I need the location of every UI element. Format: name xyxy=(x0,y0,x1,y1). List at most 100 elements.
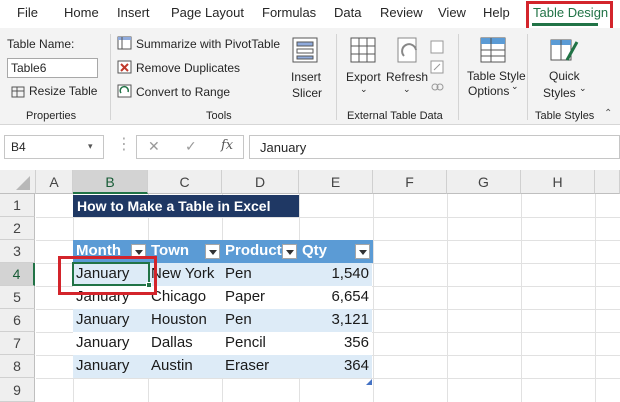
tab-data[interactable]: Data xyxy=(334,5,361,20)
cell-qty[interactable]: 6,654 xyxy=(299,286,369,305)
table-style-options-chevron-icon[interactable]: ⌄ xyxy=(511,81,519,92)
gridline xyxy=(595,194,596,402)
group-divider xyxy=(458,34,459,120)
cell-month[interactable]: January xyxy=(76,309,129,328)
cell-product[interactable]: Eraser xyxy=(225,355,269,374)
column-header-g[interactable]: G xyxy=(447,170,521,194)
row-header-5[interactable]: 5 xyxy=(0,286,35,309)
filter-dropdown-month-icon[interactable] xyxy=(131,244,146,259)
cell-month[interactable]: January xyxy=(76,355,129,374)
unlink-icon[interactable] xyxy=(430,80,444,99)
row-header-8[interactable]: 8 xyxy=(0,355,35,378)
refresh-chevron-icon[interactable]: ⌄ xyxy=(403,84,411,95)
filter-dropdown-qty-icon[interactable] xyxy=(355,244,370,259)
select-all-corner[interactable] xyxy=(0,170,36,194)
quick-styles-label-1[interactable]: Quick xyxy=(549,69,580,83)
table-resize-handle-icon[interactable] xyxy=(366,372,372,390)
row-header-9[interactable]: 9 xyxy=(0,378,35,402)
row-header-2[interactable]: 2 xyxy=(0,217,35,240)
row-header-6[interactable]: 6 xyxy=(0,309,35,332)
insert-function-icon[interactable]: fx xyxy=(221,138,233,153)
cell-product[interactable]: Paper xyxy=(225,286,265,305)
tab-view[interactable]: View xyxy=(438,5,466,20)
cell-product[interactable]: Pen xyxy=(225,263,252,282)
column-header-e[interactable]: E xyxy=(299,170,373,194)
table-name-label: Table Name: xyxy=(7,37,75,51)
row-header-7[interactable]: 7 xyxy=(0,332,35,355)
tab-table-design[interactable]: Table Design xyxy=(533,5,608,20)
export-chevron-icon[interactable]: ⌄ xyxy=(360,84,368,95)
tab-formulas[interactable]: Formulas xyxy=(262,5,316,20)
gridline xyxy=(373,194,374,402)
cell-qty[interactable]: 3,121 xyxy=(299,309,369,328)
refresh-button[interactable]: Refresh xyxy=(386,70,428,84)
column-header-next[interactable] xyxy=(595,170,620,194)
ribbon-tabs: File Home Insert Page Layout Formulas Da… xyxy=(0,0,620,28)
table-style-options-label-2[interactable]: Options xyxy=(468,84,509,98)
fill-handle[interactable] xyxy=(146,282,152,288)
export-icon xyxy=(349,36,379,71)
gridline xyxy=(447,194,448,402)
column-header-b[interactable]: B xyxy=(73,170,148,194)
cell-month[interactable]: January xyxy=(76,332,129,351)
table-name-input[interactable]: Table6 xyxy=(7,58,98,78)
cell-town[interactable]: Austin xyxy=(151,355,193,374)
filter-dropdown-product-icon[interactable] xyxy=(282,244,297,259)
cell-qty[interactable]: 356 xyxy=(299,332,369,351)
sheet-title-cell[interactable]: How to Make a Table in Excel xyxy=(73,195,299,217)
cell-product[interactable]: Pencil xyxy=(225,332,266,351)
active-tab-indicator xyxy=(532,23,598,26)
open-in-browser-icon[interactable] xyxy=(430,60,444,79)
row-header-3[interactable]: 3 xyxy=(0,240,35,263)
cell-month[interactable]: January xyxy=(76,286,129,305)
row-header-4[interactable]: 4 xyxy=(0,263,35,286)
column-header-c[interactable]: C xyxy=(148,170,222,194)
column-header-d[interactable]: D xyxy=(222,170,299,194)
cell-town[interactable]: Houston xyxy=(151,309,207,328)
tab-page-layout[interactable]: Page Layout xyxy=(171,5,244,20)
insert-slicer-label-2[interactable]: Slicer xyxy=(292,86,322,100)
cell-town[interactable]: Dallas xyxy=(151,332,193,351)
convert-to-range-button[interactable]: Convert to Range xyxy=(136,85,230,99)
column-header-h[interactable]: H xyxy=(521,170,595,194)
cell-qty[interactable]: 364 xyxy=(299,355,369,374)
quick-styles-chevron-icon[interactable]: ⌄ xyxy=(579,83,587,94)
refresh-icon xyxy=(394,36,424,71)
pivottable-icon xyxy=(117,36,132,55)
properties-icon[interactable] xyxy=(430,40,444,59)
cell-product[interactable]: Pen xyxy=(225,309,252,328)
remove-duplicates-button[interactable]: Remove Duplicates xyxy=(136,61,240,75)
active-cell-b4[interactable] xyxy=(72,262,150,286)
formula-bar-grip-icon: ⋮ xyxy=(116,136,132,153)
filter-dropdown-town-icon[interactable] xyxy=(205,244,220,259)
cell-town[interactable]: New York xyxy=(151,263,214,282)
tab-review[interactable]: Review xyxy=(380,5,423,20)
tab-insert[interactable]: Insert xyxy=(117,5,150,20)
resize-table-button[interactable]: Resize Table xyxy=(29,84,97,98)
confirm-entry-icon[interactable]: ✓ xyxy=(185,138,197,155)
quick-styles-label-2[interactable]: Styles xyxy=(543,86,576,100)
table-row: January Dallas Pencil 356 xyxy=(73,332,372,355)
tab-help[interactable]: Help xyxy=(483,5,510,20)
insert-slicer-label-1[interactable]: Insert xyxy=(291,70,321,84)
summarize-pivottable-button[interactable]: Summarize with PivotTable xyxy=(136,37,280,51)
resize-table-icon xyxy=(11,85,25,103)
column-header-a[interactable]: A xyxy=(36,170,73,194)
tab-home[interactable]: Home xyxy=(64,5,99,20)
collapse-ribbon-icon[interactable]: ⌃ xyxy=(604,108,612,119)
cell-town[interactable]: Chicago xyxy=(151,286,206,305)
tab-file[interactable]: File xyxy=(17,5,38,20)
insert-slicer-icon xyxy=(291,36,321,71)
export-button[interactable]: Export xyxy=(346,70,381,84)
convert-range-icon xyxy=(117,84,132,103)
name-box-dropdown-icon[interactable]: ▾ xyxy=(88,141,93,152)
formula-input[interactable]: January xyxy=(249,135,620,159)
cell-qty[interactable]: 1,540 xyxy=(299,263,369,282)
column-header-f[interactable]: F xyxy=(373,170,447,194)
remove-duplicates-icon xyxy=(117,60,132,79)
cancel-entry-icon[interactable]: ✕ xyxy=(148,138,160,155)
row-header-1[interactable]: 1 xyxy=(0,194,35,217)
table-row: January Austin Eraser 364 xyxy=(73,355,372,378)
table-row: January Chicago Paper 6,654 xyxy=(73,286,372,309)
group-label-tools: Tools xyxy=(206,110,232,122)
